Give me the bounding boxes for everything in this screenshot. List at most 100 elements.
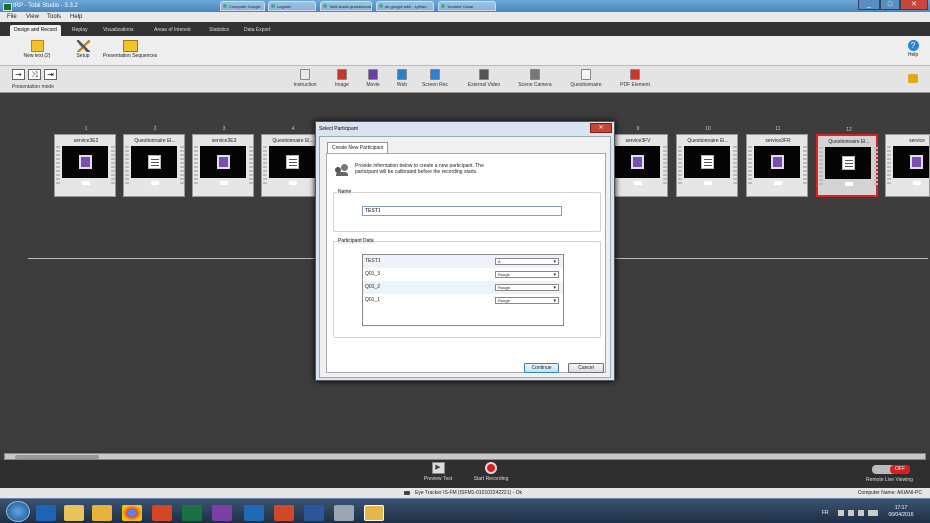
language-indicator[interactable]: FR: [822, 510, 829, 516]
dialog-body: Create New Participant Provide informati…: [319, 136, 611, 378]
timeline-card[interactable]: 11 service3FR: [746, 126, 808, 197]
card-settings-icon[interactable]: [289, 181, 297, 185]
browser-tab[interactable]: Youtube Canal: [438, 1, 496, 11]
timeline-card[interactable]: 9 service3FV: [606, 126, 668, 197]
new-test-button[interactable]: New test (2): [18, 40, 56, 59]
card-thumbnail: [62, 146, 108, 178]
film-perforation: [180, 146, 184, 186]
movie-icon: [217, 155, 230, 169]
clock[interactable]: 17:17 06/04/2016: [882, 505, 920, 519]
card-settings-icon[interactable]: [704, 181, 712, 185]
menu-file[interactable]: File: [7, 12, 17, 22]
card-settings-icon[interactable]: [845, 182, 853, 186]
timeline-card[interactable]: 3 service3E3: [192, 126, 254, 197]
continue-button[interactable]: Continue: [524, 363, 559, 373]
media-external-video-button[interactable]: External Video: [464, 69, 504, 88]
outlook-icon[interactable]: [244, 505, 264, 521]
card-thumbnail: [131, 146, 177, 178]
timeline-card[interactable]: 2 Questionnaire El...: [123, 126, 185, 197]
browser-tab[interactable]: Computer Google: [220, 1, 265, 11]
timeline-card[interactable]: 12 Questionnaire El...: [816, 127, 878, 197]
media-player-icon[interactable]: [92, 505, 112, 521]
help-button[interactable]: ? Help: [904, 40, 922, 58]
timeline-card[interactable]: 4 Questionnaire El...: [261, 126, 323, 197]
start-recording-button[interactable]: Start Recording: [469, 462, 513, 482]
media-elements-bar: ➞ ⤨ ⇥ Presentation mode Instruction Image…: [0, 66, 930, 93]
main-tabs: Design and Record Replay Visualizations …: [0, 22, 930, 36]
word-icon[interactable]: [304, 505, 324, 521]
media-instruction-button[interactable]: Instruction: [285, 69, 325, 88]
timeline-card[interactable]: 13service: [885, 134, 930, 197]
app-icon[interactable]: [334, 505, 354, 521]
start-button[interactable]: [6, 501, 30, 522]
card-settings-icon[interactable]: [913, 181, 921, 185]
tab-create-new-participant[interactable]: Create New Participant: [327, 142, 389, 153]
ie-icon[interactable]: [36, 505, 56, 521]
browser-tab[interactable]: Tobii studio questionnaire: [320, 1, 372, 11]
shuffle-icon[interactable]: ⤨: [28, 69, 41, 80]
card-settings-icon[interactable]: [82, 181, 90, 185]
explorer-icon[interactable]: [64, 505, 84, 521]
office-icon[interactable]: [152, 505, 172, 521]
remote-live-toggle[interactable]: OFF: [872, 465, 910, 474]
variable-value-select[interactable]: Rouge: [495, 271, 559, 278]
remote-live-label: Remote Live Viewing: [866, 477, 913, 483]
minimize-button[interactable]: _: [858, 0, 880, 10]
variable-value-select[interactable]: Rouge: [495, 297, 559, 304]
card-settings-icon[interactable]: [151, 181, 159, 185]
menu-tools[interactable]: Tools: [47, 12, 61, 22]
browser-tab[interactable]: de google tobii - Lyfhan: [376, 1, 434, 11]
tobii-studio-icon[interactable]: [364, 505, 384, 521]
media-scene-camera-button[interactable]: Scene Camera: [515, 69, 555, 88]
tab-visualizations[interactable]: Visualizations: [99, 25, 137, 36]
window-close-button[interactable]: ✕: [900, 0, 928, 10]
media-questionnaire-button[interactable]: Questionnaire: [566, 69, 606, 88]
tab-data-export[interactable]: Data Export: [240, 25, 274, 36]
toggle-state: OFF: [890, 465, 910, 474]
cancel-button[interactable]: Cancel: [568, 363, 604, 373]
presentation-sequences-button[interactable]: Presentation Sequences: [98, 40, 162, 59]
tab-design-and-record[interactable]: Design and Record: [10, 25, 61, 36]
tab-statistics[interactable]: Statistics: [205, 25, 233, 36]
onenote-icon[interactable]: [212, 505, 232, 521]
card-settings-icon[interactable]: [774, 181, 782, 185]
maximize-button[interactable]: □: [880, 0, 900, 10]
merge-icon[interactable]: ⇥: [44, 69, 57, 80]
powerpoint-icon[interactable]: [274, 505, 294, 521]
tab-replay[interactable]: Replay: [68, 25, 92, 36]
film-perforation: [194, 146, 198, 186]
preview-test-button[interactable]: ▶ Preview Test: [420, 462, 456, 482]
card-settings-icon[interactable]: [634, 181, 642, 185]
arrow-right-icon[interactable]: ➞: [12, 69, 25, 80]
film-perforation: [748, 146, 752, 186]
card-settings-icon[interactable]: [220, 181, 228, 185]
card-number: 1: [84, 126, 88, 132]
timeline-card[interactable]: 10 Questionnaire El...: [676, 126, 738, 197]
participant-data-table: TEST1 A Q01_3 Rouge Q01_2 Rouge Q01_1 Rouge: [362, 254, 564, 326]
menu-help[interactable]: Help: [70, 12, 82, 22]
setup-button[interactable]: Setup: [72, 40, 94, 59]
film-perforation: [125, 146, 129, 186]
scene-camera-icon: [530, 69, 540, 80]
excel-icon[interactable]: [182, 505, 202, 521]
scrollbar-thumb[interactable]: [15, 455, 99, 459]
chrome-icon[interactable]: [122, 505, 142, 521]
variable-value-select[interactable]: A: [495, 258, 559, 265]
variable-value-select[interactable]: Rouge: [495, 284, 559, 291]
lock-icon[interactable]: [908, 74, 918, 83]
media-pdf-element-button[interactable]: PDF Element: [615, 69, 655, 88]
menu-view[interactable]: View: [26, 12, 39, 22]
questionnaire-icon: [148, 155, 161, 169]
browser-tab[interactable]: Logiciel: [268, 1, 316, 11]
tab-areas-of-interest[interactable]: Areas of Interest: [150, 25, 195, 36]
info-text: Provide information below to create a ne…: [355, 163, 484, 175]
dialog-close-button[interactable]: ✕: [590, 123, 612, 133]
participant-data-row: Q01_2 Rouge: [363, 281, 563, 294]
card-label: service: [909, 138, 925, 144]
timeline-card[interactable]: 1 service3E2: [54, 126, 116, 197]
timeline-scrollbar[interactable]: [4, 453, 926, 460]
name-input[interactable]: [362, 206, 562, 216]
menu-bar: File View Tools Help: [0, 12, 930, 22]
tray-icons[interactable]: [838, 510, 878, 516]
media-screen-rec-button[interactable]: Screen Rec: [415, 69, 455, 88]
